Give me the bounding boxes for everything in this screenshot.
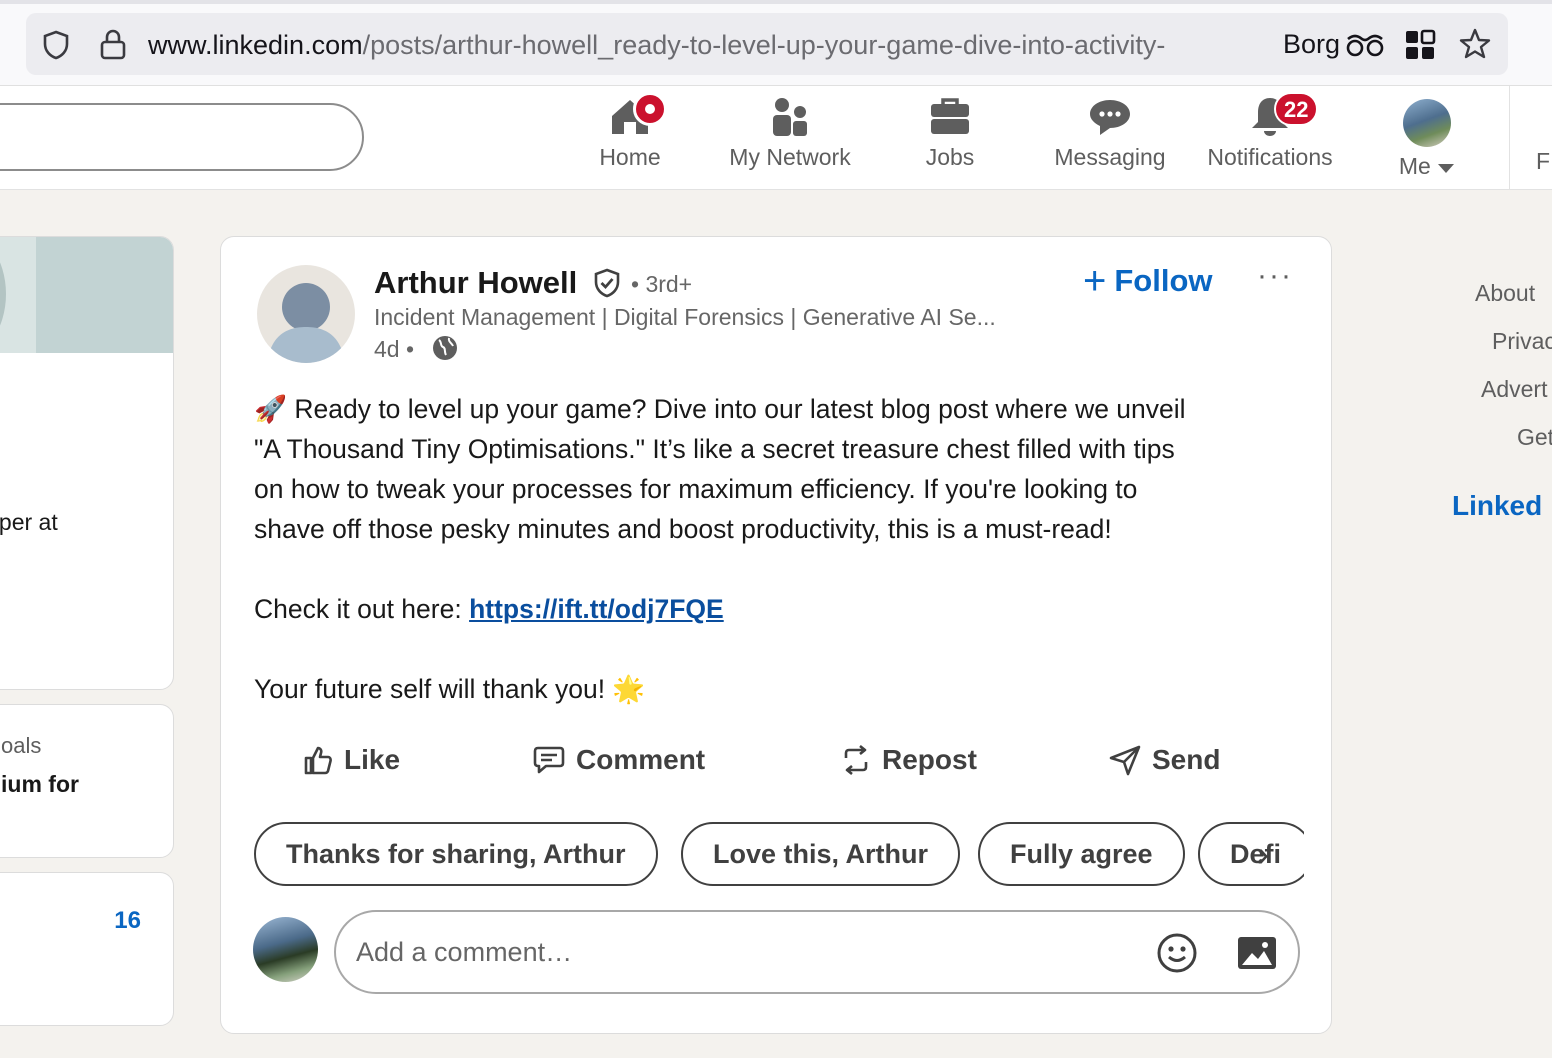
nav-messaging[interactable]: Messaging — [1046, 94, 1174, 184]
commenter-avatar — [253, 917, 318, 982]
address-bar[interactable]: www.linkedin.com/posts/arthur-howell_rea… — [26, 13, 1508, 75]
premium-card[interactable]: oals ium for — [0, 704, 174, 858]
linkedin-logo: Linked — [1452, 490, 1543, 521]
repost-button[interactable]: Repost — [840, 735, 977, 785]
post-text: 🚀 Ready to level up your game? Dive into… — [254, 389, 1304, 709]
nav-notifications[interactable]: Notifications — [1196, 94, 1344, 184]
post-line: on how to tweak your processes for maxim… — [254, 474, 1138, 504]
container-label[interactable]: Borg — [1283, 29, 1340, 60]
my-network-icon — [773, 98, 807, 136]
linkedin-navbar: Home My Network Jobs Messaging Notificat… — [0, 86, 1552, 190]
send-icon — [1109, 745, 1141, 776]
reply-chip[interactable]: Defi — [1198, 822, 1304, 886]
comment-icon — [533, 746, 565, 774]
send-label: Send — [1152, 744, 1221, 775]
verified-shield-icon — [594, 268, 620, 298]
comment-label: Comment — [576, 744, 706, 775]
url-host: www.linkedin.com — [148, 30, 363, 60]
messaging-icon — [1090, 100, 1130, 135]
footer-link-about[interactable]: About — [1475, 280, 1535, 307]
nav-messaging-label: Messaging — [1054, 144, 1166, 170]
thumbs-up-icon — [304, 746, 332, 775]
lock-icon[interactable] — [98, 28, 128, 60]
stats-card[interactable]: 16 — [0, 872, 174, 1026]
nav-me[interactable]: Me — [1394, 94, 1460, 184]
more-options-button[interactable]: ··· — [1255, 259, 1295, 295]
nav-my-network[interactable]: My Network — [720, 94, 860, 184]
post-closing-line: Your future self will thank you! 🌟 — [254, 674, 646, 704]
comment-box[interactable] — [334, 910, 1300, 994]
nav-jobs[interactable]: Jobs — [918, 94, 982, 184]
chevron-down-icon — [1438, 163, 1455, 173]
nav-notifications-label: Notifications — [1207, 144, 1333, 170]
post-link[interactable]: https://ift.tt/odj7FQE — [469, 594, 724, 624]
author-name[interactable]: Arthur Howell — [374, 265, 577, 301]
nav-me-label: Me — [1394, 153, 1460, 180]
post-line: "A Thousand Tiny Optimisations." It’s li… — [254, 434, 1175, 464]
emoji-icon[interactable] — [1156, 932, 1198, 974]
like-label: Like — [344, 744, 401, 775]
nav-jobs-label: Jobs — [925, 144, 975, 170]
post-link-line: Check it out here: https://ift.tt/odj7FQ… — [254, 589, 1304, 629]
post-time: 4d • — [374, 336, 415, 362]
suggested-replies: Thanks for sharing, Arthur Love this, Ar… — [254, 822, 1304, 886]
premium-subtitle: oals — [1, 733, 42, 758]
premium-title[interactable]: ium for — [1, 771, 79, 798]
footer-link-privacy[interactable]: Privac — [1492, 328, 1552, 355]
repost-icon — [844, 744, 868, 776]
post-actions: Like Comment Repost Send — [254, 735, 1299, 785]
url-text[interactable]: www.linkedin.com/posts/arthur-howell_rea… — [148, 30, 1258, 61]
profile-banner — [0, 237, 173, 359]
comment-input[interactable] — [356, 930, 1136, 974]
follow-button[interactable]: + Follow — [1083, 259, 1213, 303]
reply-chip[interactable]: Thanks for sharing, Arthur — [254, 822, 658, 886]
person-placeholder-icon — [267, 283, 345, 363]
profile-headline: loper at — [0, 509, 58, 535]
post-line: 🚀 Ready to level up your game? Dive into… — [254, 394, 1186, 424]
extension-grid-icon[interactable] — [1404, 29, 1436, 61]
footer-link-get-app[interactable]: Get — [1517, 424, 1552, 451]
image-icon[interactable] — [1236, 934, 1278, 972]
repost-label: Repost — [882, 744, 977, 775]
globe-icon — [433, 336, 457, 360]
plus-icon: + — [1083, 259, 1107, 303]
chevron-right-icon[interactable]: › — [1257, 833, 1269, 875]
browser-toolbar: www.linkedin.com/posts/arthur-howell_rea… — [0, 0, 1552, 86]
notifications-count-badge: 22 — [1274, 92, 1319, 126]
stat-count[interactable]: 16 — [114, 907, 141, 935]
profile-card[interactable]: loper at — [0, 236, 174, 690]
url-path: /posts/arthur-howell_ready-to-level-up-y… — [362, 30, 1166, 60]
follow-label: Follow — [1114, 263, 1213, 298]
nav-home-label: Home — [599, 144, 661, 170]
search-input[interactable] — [0, 103, 364, 171]
post-card: Arthur Howell • 3rd+ Incident Management… — [220, 236, 1332, 1034]
nav-for-business-cut[interactable]: F — [1536, 148, 1550, 175]
glasses-icon[interactable] — [1346, 31, 1384, 59]
like-button[interactable]: Like — [302, 735, 400, 785]
footer-link-advertising[interactable]: Advert — [1481, 376, 1547, 403]
post-line: shave off those pesky minutes and boost … — [254, 514, 1112, 544]
jobs-icon — [931, 98, 969, 134]
nav-my-network-label: My Network — [729, 144, 851, 170]
shield-icon[interactable] — [40, 29, 72, 61]
nav-me-text: Me — [1398, 153, 1431, 179]
send-button[interactable]: Send — [1108, 735, 1220, 785]
home-notification-dot — [633, 92, 667, 126]
author-avatar[interactable] — [257, 265, 355, 363]
author-headline: Incident Management | Digital Forensics … — [374, 304, 996, 330]
link-prefix: Check it out here: — [254, 594, 470, 624]
connection-degree: • 3rd+ — [631, 271, 693, 297]
reply-chip[interactable]: Love this, Arthur — [681, 822, 961, 886]
browser-tab-strip-edge — [0, 0, 1552, 4]
nav-divider — [1509, 86, 1510, 190]
comment-button[interactable]: Comment — [532, 735, 705, 785]
bookmark-star-icon[interactable] — [1458, 27, 1492, 61]
reply-chip[interactable]: Fully agree — [978, 822, 1185, 886]
avatar — [1403, 99, 1451, 147]
